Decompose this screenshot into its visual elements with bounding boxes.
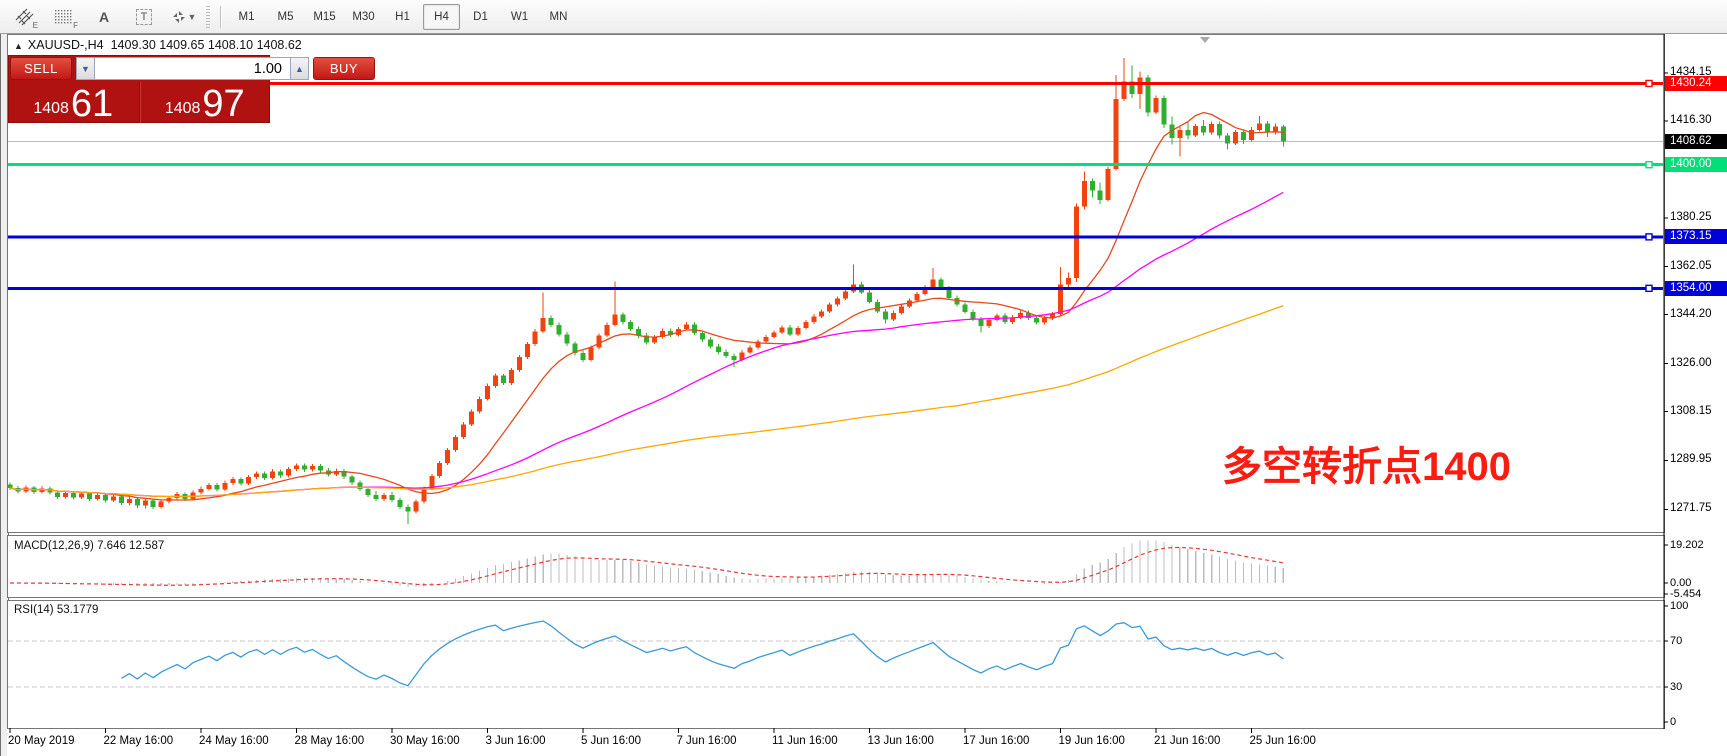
one-click-trading-widget: SELL ▼ ▲ BUY 1408 61 1408 97 bbox=[8, 55, 270, 123]
time-axis-label: 20 May 2019 bbox=[8, 735, 75, 747]
price-tick-label: 1271.75 bbox=[1670, 502, 1712, 514]
sell-price[interactable]: 1408 61 bbox=[8, 82, 139, 123]
symbol-period-label: XAUUSD-,H4 bbox=[28, 38, 104, 52]
time-axis-label: 7 Jun 16:00 bbox=[676, 735, 736, 747]
rsi-axis-label: 30 bbox=[1670, 681, 1682, 693]
chart-annotation-text[interactable]: 多空转折点1400 bbox=[1222, 434, 1511, 492]
ohlc-values: 1409.30 1409.65 1408.10 1408.62 bbox=[111, 38, 302, 52]
trade-widget-top-row: SELL ▼ ▲ BUY bbox=[8, 55, 270, 82]
mt4-window: EFAT▼ M1M5M15M30H1H4D1W1MN ▲XAUUSD-,H4 1… bbox=[0, 0, 1727, 756]
buy-price-big: 97 bbox=[202, 88, 244, 120]
price-tick-label: 1362.05 bbox=[1670, 260, 1712, 272]
price-badge: 1373.15 bbox=[1665, 229, 1727, 244]
volume-increase-button[interactable]: ▲ bbox=[290, 57, 309, 80]
price-tick-label: 1308.15 bbox=[1670, 405, 1712, 417]
macd-axis-label: -5.454 bbox=[1670, 588, 1701, 600]
time-axis-label: 22 May 16:00 bbox=[103, 735, 173, 747]
buy-price-small: 1408 bbox=[165, 101, 201, 120]
chart-title: ▲ XAUUSD-,H4 1409.30 1409.65 1408.10 1408… bbox=[14, 38, 302, 52]
rsi-label: RSI(14) 53.1779 bbox=[14, 604, 98, 616]
time-axis-label: 24 May 16:00 bbox=[199, 735, 269, 747]
time-axis-label: 25 Jun 16:00 bbox=[1249, 735, 1316, 747]
time-axis-label: 21 Jun 16:00 bbox=[1154, 735, 1221, 747]
rsi-axis-label: 0 bbox=[1670, 716, 1676, 728]
price-tick-label: 1380.25 bbox=[1670, 211, 1712, 223]
price-badge: 1430.24 bbox=[1665, 76, 1727, 91]
trade-widget-prices: 1408 61 1408 97 bbox=[8, 82, 270, 123]
macd-label: MACD(12,26,9) 7.646 12.587 bbox=[14, 540, 164, 552]
time-axis-label: 28 May 16:00 bbox=[294, 735, 364, 747]
price-badge: 1354.00 bbox=[1665, 281, 1727, 296]
volume-input[interactable] bbox=[95, 57, 290, 80]
volume-control: ▼ ▲ bbox=[76, 57, 309, 80]
rsi-axis-label: 70 bbox=[1670, 635, 1682, 647]
price-badge: 1400.00 bbox=[1665, 157, 1727, 172]
macd-axis-label: 19.202 bbox=[1670, 539, 1704, 551]
price-tick-label: 1344.20 bbox=[1670, 308, 1712, 320]
time-axis-label: 5 Jun 16:00 bbox=[581, 735, 641, 747]
rsi-axis-label: 100 bbox=[1670, 600, 1688, 612]
time-axis-label: 13 Jun 16:00 bbox=[867, 735, 934, 747]
price-tick-label: 1326.00 bbox=[1670, 357, 1712, 369]
time-axis-label: 11 Jun 16:00 bbox=[772, 735, 838, 747]
sell-button[interactable]: SELL bbox=[10, 57, 72, 80]
price-tick-label: 1416.30 bbox=[1670, 114, 1712, 126]
time-axis-label: 17 Jun 16:00 bbox=[963, 735, 1030, 747]
time-axis-label: 3 Jun 16:00 bbox=[485, 735, 545, 747]
price-badge: 1408.62 bbox=[1665, 134, 1727, 149]
buy-button[interactable]: BUY bbox=[313, 57, 375, 80]
volume-decrease-button[interactable]: ▼ bbox=[76, 57, 95, 80]
time-axis-label: 30 May 16:00 bbox=[390, 735, 460, 747]
price-tick-label: 1289.95 bbox=[1670, 453, 1712, 465]
time-axis-label: 19 Jun 16:00 bbox=[1058, 735, 1125, 747]
buy-price[interactable]: 1408 97 bbox=[140, 82, 271, 123]
sell-price-big: 61 bbox=[71, 88, 113, 120]
sell-price-small: 1408 bbox=[33, 101, 69, 120]
collapse-triangle-icon[interactable]: ▲ bbox=[14, 41, 23, 51]
